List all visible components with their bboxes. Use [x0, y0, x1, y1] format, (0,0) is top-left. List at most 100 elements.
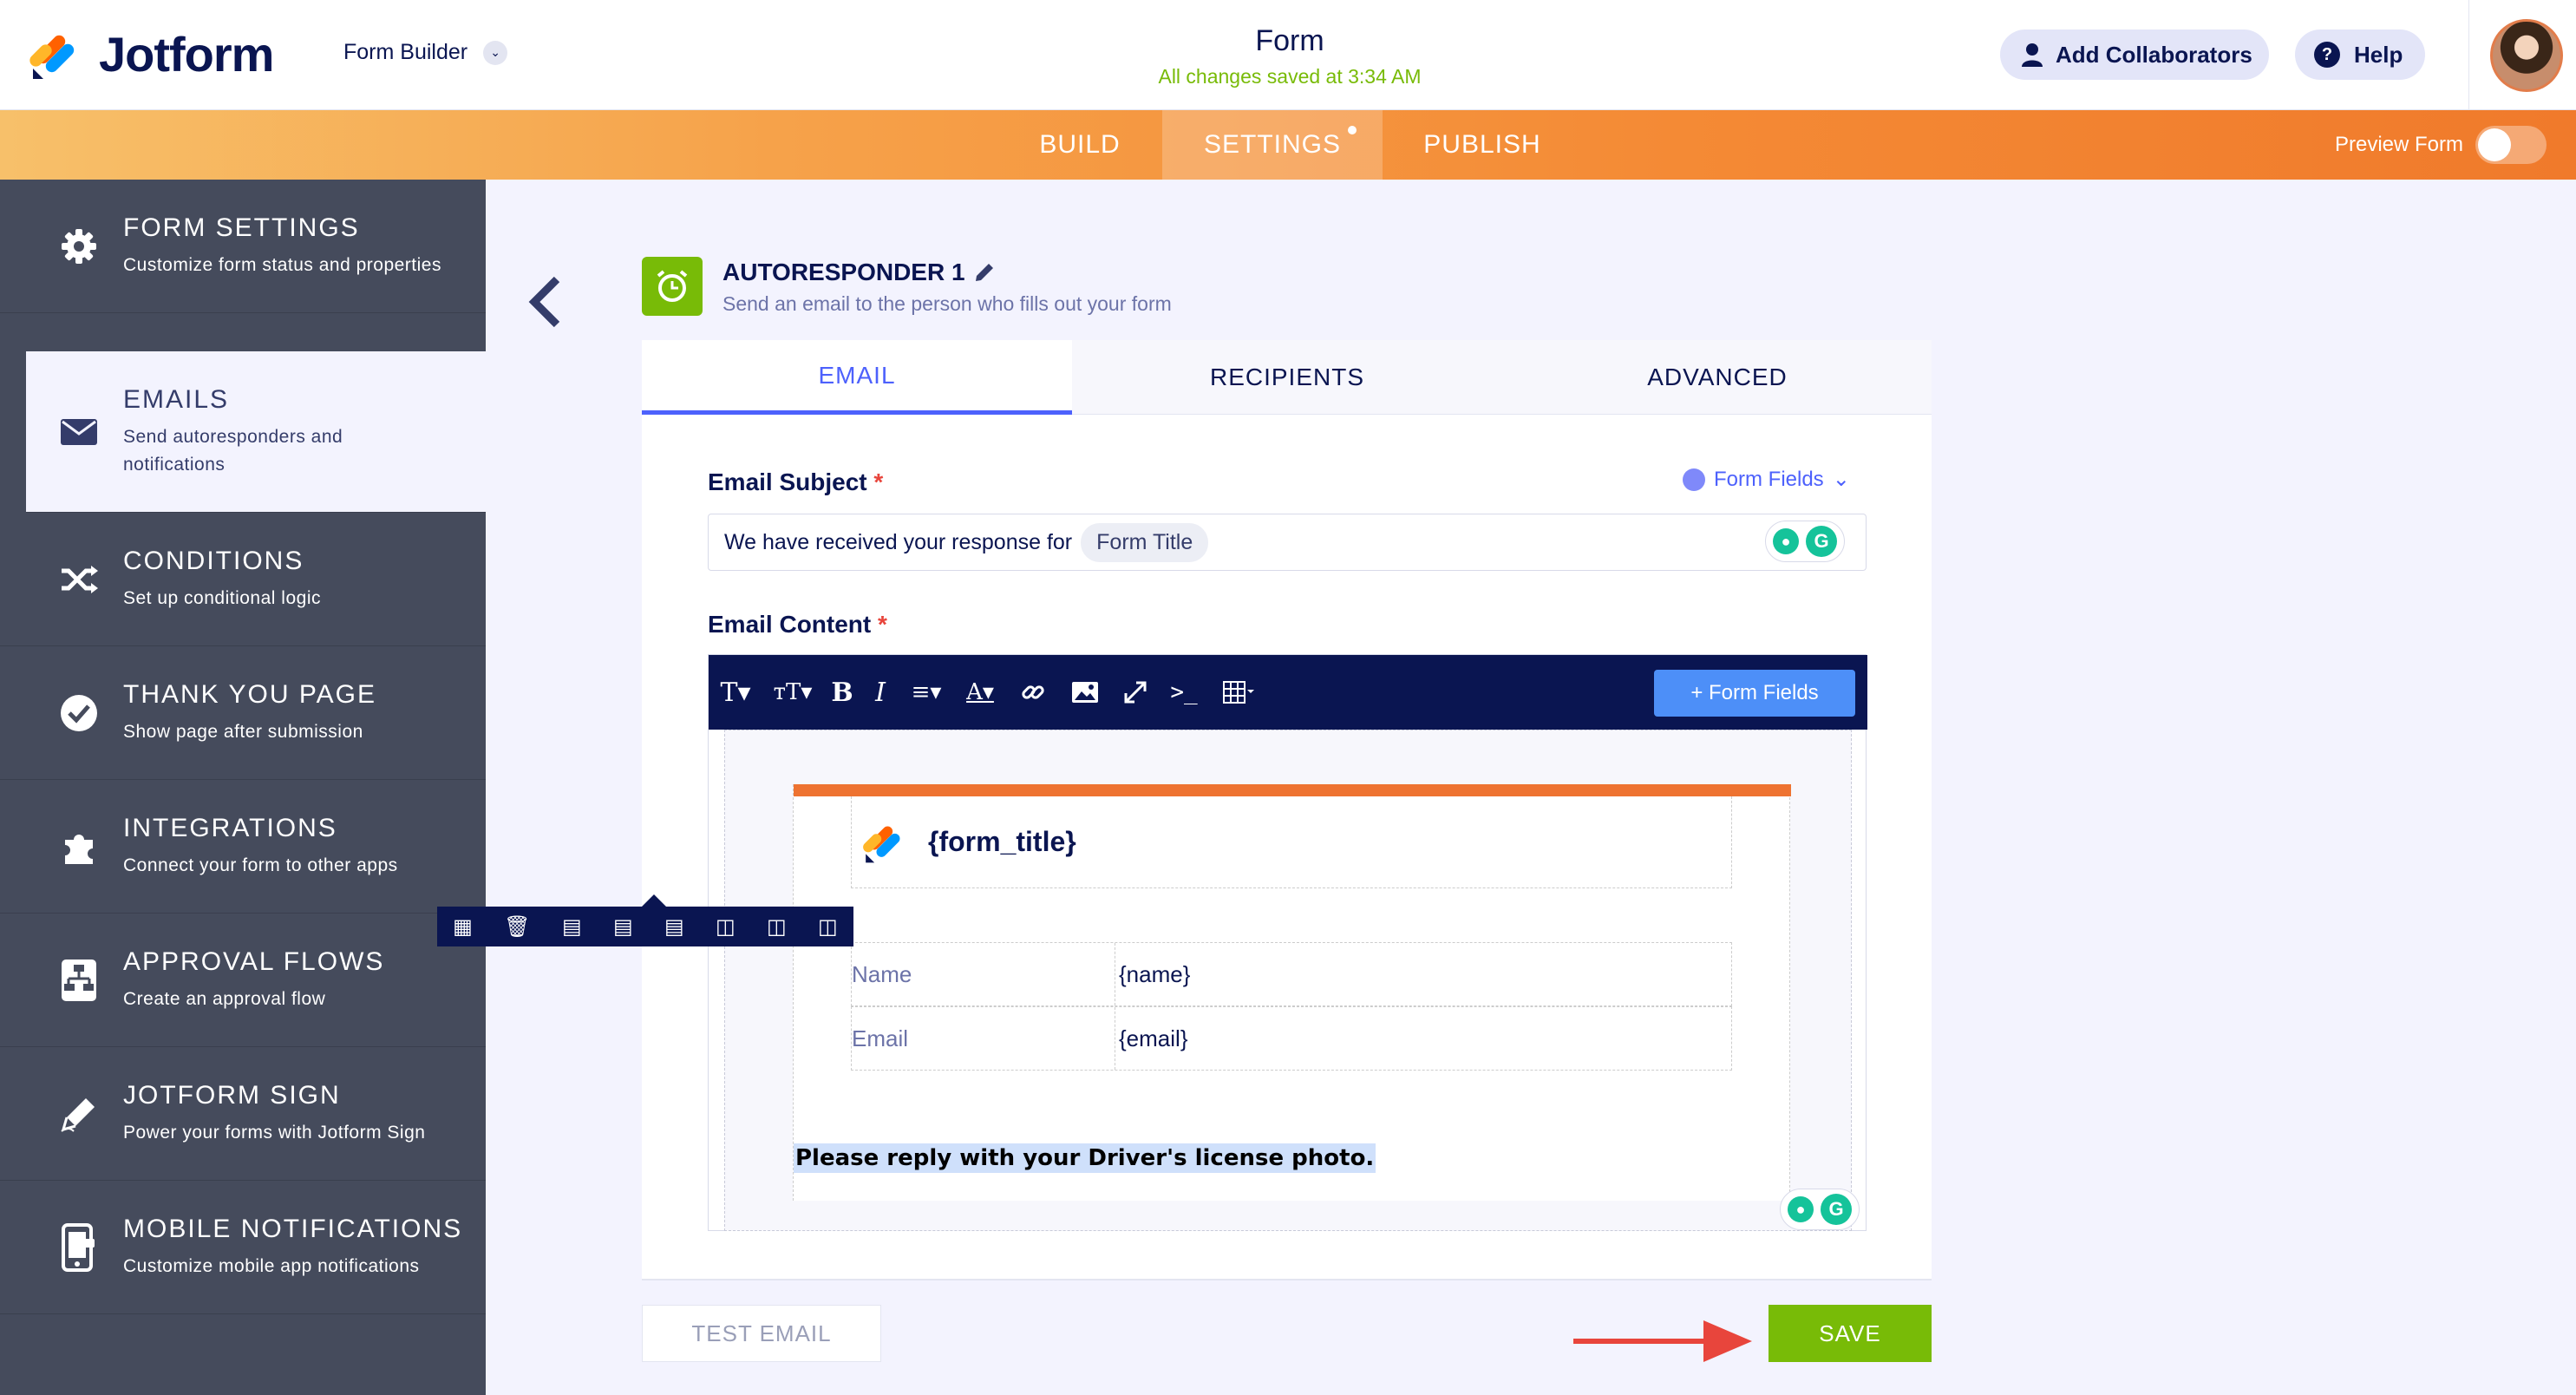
chevron-down-icon: ⌄ [1832, 468, 1850, 491]
tab-recipients[interactable]: RECIPIENTS [1072, 340, 1502, 415]
email-settings-panel: EMAIL RECIPIENTS ADVANCED Email Subject … [642, 340, 1932, 1279]
email-body-canvas[interactable]: {form_title} Name {name} Email {email} P… [724, 730, 1860, 1231]
jotform-logo-icon [863, 826, 900, 862]
font-family-icon[interactable]: T▾ [709, 655, 762, 730]
pen-icon [42, 1095, 116, 1133]
sidebar-item-subtitle: Create an approval flow [123, 988, 326, 1009]
email-template: {form_title} Name {name} Email {email} P… [793, 784, 1791, 1201]
account-area [2468, 0, 2576, 110]
grammarly-widget[interactable]: ● G [1765, 521, 1845, 562]
shuffle-icon [42, 564, 116, 595]
link-icon[interactable] [1007, 655, 1059, 730]
sidebar-item-title: THANK YOU PAGE [123, 679, 376, 709]
row-label: Email [852, 1007, 1115, 1070]
editor-toolbar: T▾ ᴛT▾ B I ≡▾ A▾ >_ + Form Fields [709, 655, 1867, 730]
envelope-icon [42, 418, 116, 446]
pencil-icon[interactable] [974, 262, 995, 283]
sidebar-item-emails[interactable]: EMAILS Send autoresponders and notificat… [26, 351, 486, 513]
grammarly-icon: G [1821, 1194, 1852, 1225]
insert-form-fields-button[interactable]: + Form Fields [1654, 670, 1855, 717]
sidebar-item-form-settings[interactable]: FORM SETTINGS Customize form status and … [0, 180, 486, 313]
chevron-down-icon: ⌄ [483, 40, 508, 65]
grammarly-widget[interactable]: ● G [1780, 1189, 1860, 1230]
jotform-logo-icon [29, 35, 75, 79]
form-title[interactable]: Form [1116, 24, 1463, 58]
help-button[interactable]: ? Help [2295, 29, 2425, 80]
form-builder-dropdown[interactable]: Form Builder ⌄ [343, 40, 508, 65]
test-email-button[interactable]: TEST EMAIL [642, 1305, 881, 1362]
delete-table-icon[interactable]: 🗑 [504, 914, 530, 940]
sidebar-item-subtitle: Show page after submission [123, 721, 363, 742]
insert-column-left-icon[interactable]: ◫ [716, 914, 736, 940]
font-size-icon[interactable]: ᴛT▾ [762, 655, 823, 730]
tab-email[interactable]: EMAIL [642, 340, 1072, 415]
insert-row-above-icon[interactable]: ▤ [562, 914, 582, 940]
email-content-editor: T▾ ᴛT▾ B I ≡▾ A▾ >_ + Form Fields {form_… [708, 654, 1867, 1231]
table-row: Name {name} [851, 942, 1732, 1006]
sidebar-item-subtitle: Send autoresponders and notifications [123, 426, 343, 475]
form-fields-label: Form Fields [1714, 467, 1824, 491]
email-tabs: EMAIL RECIPIENTS ADVANCED [642, 340, 1932, 415]
lightbulb-icon: ● [1788, 1196, 1814, 1222]
image-icon[interactable] [1059, 655, 1111, 730]
help-label: Help [2354, 41, 2403, 68]
tab-publish[interactable]: PUBLISH [1400, 110, 1565, 180]
required-mark: * [878, 611, 887, 638]
arrow-right-icon [1573, 1320, 1752, 1362]
form-title-chip[interactable]: Form Title [1081, 522, 1209, 562]
delete-column-icon[interactable]: ◫ [818, 914, 838, 940]
sidebar-item-subtitle: Customize mobile app notifications [123, 1255, 420, 1276]
sidebar-item-title: APPROVAL FLOWS [123, 946, 385, 976]
add-collaborators-button[interactable]: Add Collaborators [2000, 29, 2269, 80]
sidebar-item-thank-you-page[interactable]: THANK YOU PAGE Show page after submissio… [0, 646, 486, 780]
tab-settings-label: SETTINGS [1203, 130, 1341, 159]
insert-row-below-icon[interactable]: ▤ [613, 914, 633, 940]
table-edit-toolbar: ▦ 🗑 ▤ ▤ ▤ ◫ ◫ ◫ [437, 894, 853, 946]
form-fields-dropdown[interactable]: Form Fields ⌄ [1683, 467, 1850, 492]
form-title-block: Form All changes saved at 3:34 AM [1116, 24, 1463, 88]
sidebar-item-integrations[interactable]: INTEGRATIONS Connect your form to other … [0, 780, 486, 914]
row-value: {email} [1119, 1025, 1188, 1051]
phone-icon [42, 1222, 116, 1272]
tab-advanced[interactable]: ADVANCED [1502, 340, 1932, 415]
email-content-label: Email Content * [708, 611, 887, 639]
sidebar-item-jotform-sign[interactable]: JOTFORM SIGN Power your forms with Jotfo… [0, 1047, 486, 1181]
table-icon[interactable] [1208, 655, 1269, 730]
insert-column-right-icon[interactable]: ◫ [767, 914, 787, 940]
sidebar-item-approval-flows[interactable]: APPROVAL FLOWS Create an approval flow [0, 914, 486, 1047]
tab-build[interactable]: BUILD [1015, 110, 1145, 180]
flow-icon [42, 959, 116, 1001]
sidebar-item-mobile-notifications[interactable]: MOBILE NOTIFICATIONS Customize mobile ap… [0, 1181, 486, 1314]
align-icon[interactable]: ≡▾ [899, 655, 953, 730]
table-properties-icon[interactable]: ▦ [453, 914, 473, 940]
sidebar-item-title: FORM SETTINGS [123, 213, 360, 242]
text-color-icon[interactable]: A▾ [953, 655, 1007, 730]
sidebar-item-subtitle: Customize form status and properties [123, 254, 441, 275]
email-subject-label-text: Email Subject [708, 468, 867, 495]
required-mark: * [873, 468, 884, 495]
back-chevron-icon[interactable] [527, 276, 562, 341]
email-subject-input[interactable]: We have received your response for Form … [708, 514, 1867, 571]
email-note-text[interactable]: Please reply with your Driver's license … [794, 1143, 1376, 1173]
save-button[interactable]: SAVE [1769, 1305, 1932, 1362]
preview-form-toggle[interactable] [2475, 126, 2547, 164]
autoresponder-title-text: AUTORESPONDER 1 [722, 259, 965, 285]
sidebar-item-title: INTEGRATIONS [123, 813, 337, 842]
code-view-icon[interactable]: >_ [1160, 655, 1208, 730]
italic-icon[interactable]: I [861, 655, 899, 730]
row-label: Name [852, 943, 1115, 1005]
brand-name: Jotform [99, 27, 274, 82]
save-status: All changes saved at 3:34 AM [1158, 65, 1422, 88]
sidebar-item-conditions[interactable]: CONDITIONS Set up conditional logic [0, 513, 486, 646]
delete-row-icon[interactable]: ▤ [664, 914, 684, 940]
avatar[interactable] [2490, 19, 2563, 92]
fullscreen-icon[interactable] [1111, 655, 1160, 730]
form-builder-label: Form Builder [343, 40, 468, 64]
bold-icon[interactable]: B [823, 655, 861, 730]
puzzle-icon [42, 828, 116, 866]
lightbulb-icon: ● [1773, 528, 1799, 554]
tab-settings[interactable]: SETTINGS [1162, 110, 1383, 180]
email-template-header: {form_title} [851, 796, 1732, 888]
autoresponder-title: AUTORESPONDER 1 [722, 259, 995, 286]
jotform-logo[interactable]: Jotform [29, 26, 274, 82]
